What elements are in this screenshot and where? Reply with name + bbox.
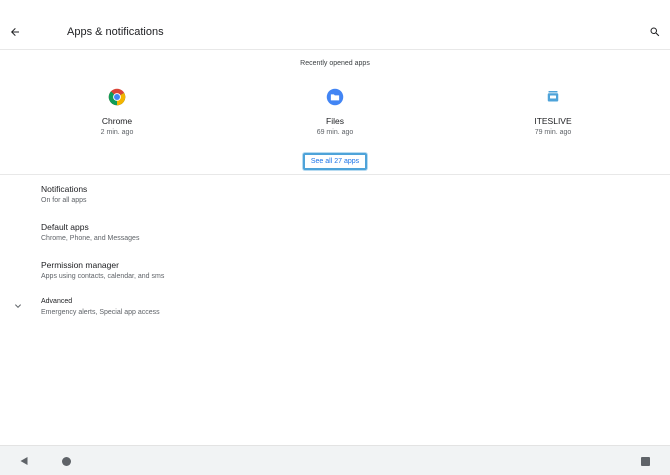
recent-app-name: Files: [326, 116, 344, 126]
recent-app-files[interactable]: Files 69 min. ago: [275, 88, 395, 136]
see-all-apps-button[interactable]: See all 27 apps: [303, 153, 367, 170]
pref-summary: Apps using contacts, calendar, and sms: [41, 273, 165, 280]
pref-advanced[interactable]: Advanced Emergency alerts, Special app a…: [0, 298, 670, 334]
nav-recents-icon[interactable]: [641, 457, 650, 466]
pref-permission-manager[interactable]: Permission manager Apps using contacts, …: [0, 260, 670, 296]
chrome-icon: [108, 88, 126, 106]
recent-app-name: Chrome: [101, 116, 133, 126]
pref-summary: On for all apps: [41, 197, 87, 204]
nav-back-icon[interactable]: [19, 456, 29, 466]
pref-title: Default apps: [41, 222, 89, 232]
nav-home-icon[interactable]: [62, 457, 71, 466]
app-bar: Apps & notifications: [0, 0, 670, 50]
recent-app-time: 2 min. ago: [100, 129, 134, 136]
page-title: Apps & notifications: [67, 26, 164, 38]
pref-default-apps[interactable]: Default apps Chrome, Phone, and Messages: [0, 222, 670, 258]
recent-app-time: 69 min. ago: [316, 129, 354, 136]
files-icon: [326, 88, 344, 106]
recent-app-time: 79 min. ago: [534, 129, 572, 136]
search-icon: [650, 27, 660, 37]
search-button[interactable]: [646, 23, 664, 41]
pref-notifications[interactable]: Notifications On for all apps: [0, 184, 670, 220]
pref-title: Notifications: [41, 184, 88, 194]
arrow-back-icon: [11, 28, 19, 36]
pref-title: Permission manager: [41, 260, 119, 270]
iteslive-icon: [544, 88, 562, 106]
pref-title: Advanced: [41, 298, 73, 305]
recent-app-iteslive[interactable]: ITESLIVE 79 min. ago: [493, 88, 613, 136]
system-nav-bar: [0, 445, 670, 475]
pref-summary: Emergency alerts, Special app access: [41, 309, 160, 316]
recent-app-chrome[interactable]: Chrome 2 min. ago: [57, 88, 177, 136]
pref-summary: Chrome, Phone, and Messages: [41, 235, 140, 242]
recent-apps-header: Recently opened apps: [300, 60, 370, 67]
back-button[interactable]: [6, 23, 24, 41]
divider: [0, 174, 670, 175]
recent-app-name: ITESLIVE: [534, 116, 572, 126]
chevron-down-icon: [15, 304, 21, 308]
